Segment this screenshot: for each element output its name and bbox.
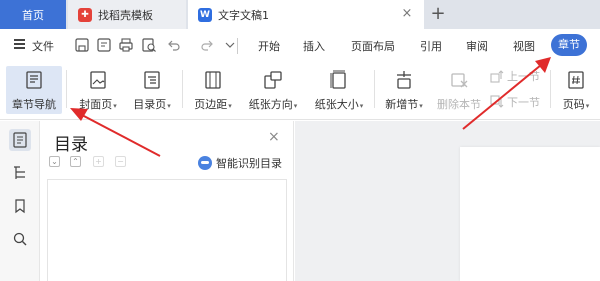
toc-page-chevron-down-icon: ▾ [167,102,171,110]
ribbon-separator [182,70,183,108]
paper-size-icon [330,70,346,89]
orientation-icon [264,71,282,89]
cover-page-label: 封面页 [79,98,113,111]
menu-bar: 文件 开始 插入 页面布局 引用 审阅 视图 章节 [0,29,600,62]
paper-size-button[interactable]: 纸张大小▾ [308,66,370,114]
paper-size-chevron-down-icon: ▾ [359,102,364,110]
margins-chevron-down-icon: ▾ [228,102,232,110]
prev-section-icon [490,70,504,83]
delete-section-icon [451,73,468,88]
print-icon[interactable] [118,37,134,53]
page-number-chevron-down-icon: ▾ [585,102,590,110]
ribbon-separator [550,70,551,108]
orientation-chevron-down-icon: ▾ [293,102,298,110]
margins-label: 页边距 [194,98,228,111]
menu-tab-insert[interactable]: 插入 [303,38,325,54]
smart-toc-icon [198,156,212,170]
ribbon: 章节导航 封面页▾ 目录页▾ 页边距▾ 纸张方向▾ 纸张大小▾ 新增节▾ 删除本… [0,62,600,120]
menu-file[interactable]: 文件 [32,38,54,54]
redo-icon[interactable] [199,37,215,53]
save-icon[interactable] [74,37,90,53]
new-tab-button[interactable]: + [428,3,448,25]
chapter-nav-label: 章节导航 [12,98,56,111]
delete-section-button[interactable]: 删除本节 [434,66,484,114]
orientation-button[interactable]: 纸张方向▾ [242,66,304,114]
cover-page-icon [90,71,106,89]
tab-bar: 首页 ✚ 找稻壳模板 W 文字文稿1 × + [0,0,600,29]
toc-page-icon [144,71,160,89]
remove-entry-icon[interactable]: − [115,156,126,167]
prev-section-button[interactable]: 上一节 [490,68,540,84]
tab-home-label: 首页 [22,8,44,22]
menu-tab-review[interactable]: 审阅 [466,38,488,54]
toc-page-button[interactable]: 目录页▾ [127,66,177,114]
next-section-button[interactable]: 下一节 [490,94,540,110]
toc-page-label: 目录页 [133,98,167,111]
menu-tab-view[interactable]: 视图 [513,38,535,54]
chapter-nav-button[interactable]: 章节导航 [6,66,62,114]
delete-section-label: 删除本节 [437,98,481,111]
margins-button[interactable]: 页边距▾ [189,66,237,114]
margins-icon [205,71,221,89]
page-number-icon [568,71,584,89]
toc-panel-close-icon[interactable]: × [268,129,280,145]
expand-all-icon[interactable]: ⌃ [70,156,81,167]
page-number-label: 页码 [562,98,585,111]
document-area [295,121,600,281]
new-section-chevron-down-icon: ▾ [419,102,423,110]
wps-writer-icon: W [198,7,212,22]
toc-panel-title: 目录 [54,135,88,155]
left-rail [0,121,40,281]
undo-icon[interactable] [166,37,182,53]
orientation-label: 纸张方向 [248,98,293,111]
smart-toc-button[interactable]: 智能识别目录 [198,155,282,171]
chapter-nav-icon [26,71,42,89]
tab-close-icon[interactable]: × [400,7,414,21]
new-section-label: 新增节 [385,98,419,111]
smart-toc-label: 智能识别目录 [216,157,282,170]
new-section-icon [397,71,411,89]
tab-document[interactable]: W 文字文稿1 × [188,0,424,29]
more-chevron-icon[interactable] [222,37,238,53]
cover-page-chevron-down-icon: ▾ [113,102,117,110]
ribbon-separator [66,70,67,108]
page-number-button[interactable]: 页码▾ [556,66,596,114]
add-entry-icon[interactable]: + [93,156,104,167]
save-as-icon[interactable] [96,37,112,53]
toc-list [47,179,287,281]
search-icon[interactable] [9,228,31,250]
tab-document-label: 文字文稿1 [218,8,269,22]
next-section-label: 下一节 [507,96,540,109]
menu-tab-layout[interactable]: 页面布局 [351,38,395,54]
next-section-icon [490,95,504,108]
cover-page-button[interactable]: 封面页▾ [73,66,123,114]
new-section-button[interactable]: 新增节▾ [380,66,428,114]
document-page[interactable] [460,147,600,281]
bookmark-icon[interactable] [9,195,31,217]
outline-icon[interactable] [9,162,31,184]
collapse-all-icon[interactable]: ⌄ [49,156,60,167]
tab-template[interactable]: ✚ 找稻壳模板 [68,0,186,29]
ribbon-separator [374,70,375,108]
menu-tab-start[interactable]: 开始 [258,38,280,54]
menu-separator [237,38,238,54]
toc-panel: 目录 × ⌄ ⌃ + − 智能识别目录 [40,121,294,281]
prev-section-label: 上一节 [507,70,540,83]
hamburger-icon[interactable] [14,39,25,49]
tab-home[interactable]: 首页 [0,0,66,29]
toc-panel-icon[interactable] [9,129,31,151]
paper-size-label: 纸张大小 [314,98,359,111]
print-preview-icon[interactable] [141,37,157,53]
tab-template-label: 找稻壳模板 [98,8,153,22]
menu-tab-chapter[interactable]: 章节 [551,34,587,56]
daoke-icon: ✚ [78,7,92,22]
menu-tab-references[interactable]: 引用 [420,38,442,54]
